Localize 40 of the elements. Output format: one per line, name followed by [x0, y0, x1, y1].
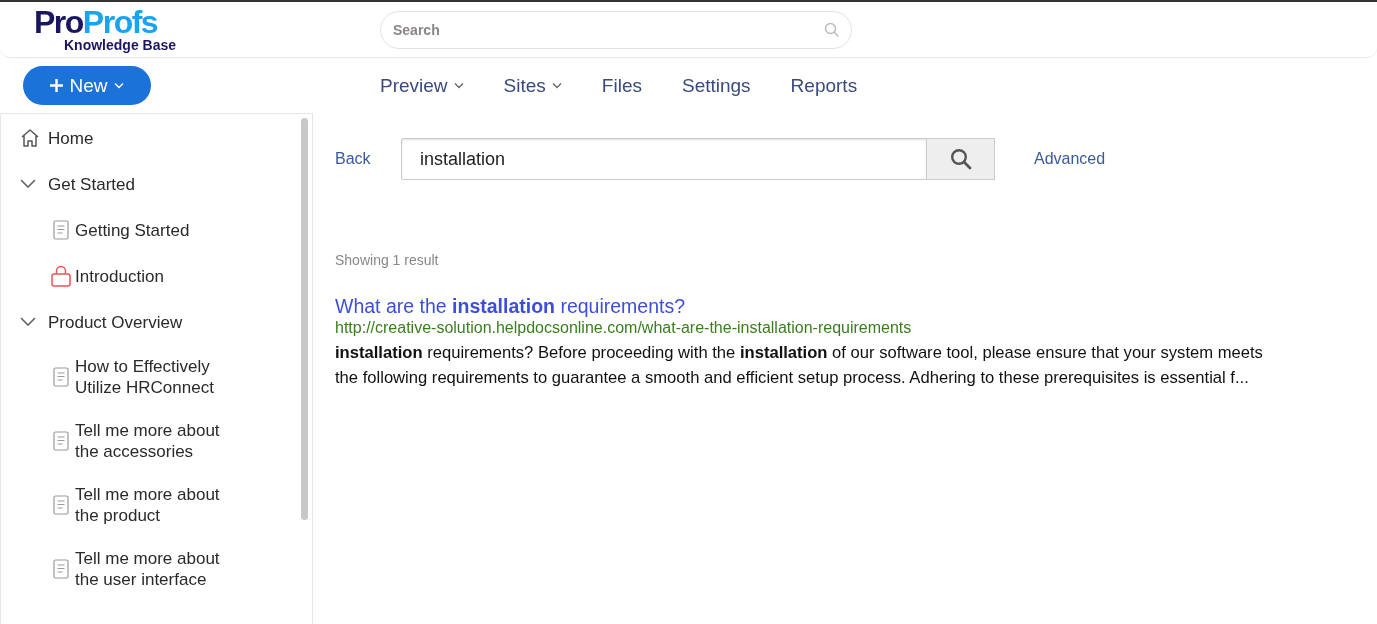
result-count: Showing 1 result — [335, 252, 440, 268]
sidebar-item[interactable]: Tell me more about the product — [47, 484, 237, 526]
search-button[interactable] — [927, 138, 995, 180]
result-title-link[interactable]: What are the installation requirements? — [335, 294, 686, 318]
chevron-down-icon — [20, 179, 36, 189]
chevron-down-icon — [20, 317, 36, 327]
sidebar-item[interactable]: Home — [20, 126, 94, 150]
sidebar-item[interactable]: Tell me more about the user interface — [47, 548, 237, 590]
sidebar-item[interactable]: Tell me more about the accessories — [47, 420, 237, 462]
caret-icon — [113, 82, 124, 89]
new-button[interactable]: New — [23, 66, 151, 105]
document-icon — [53, 367, 69, 387]
nav-link[interactable]: Preview — [380, 74, 464, 97]
scrollbar[interactable] — [301, 118, 308, 520]
search-field[interactable]: Search — [380, 10, 852, 49]
search-icon — [824, 21, 840, 38]
result-url: http://creative-solution.helpdocsonline.com/what-are-the-installation-requirements — [335, 318, 913, 338]
sidebar-item[interactable]: Introduction — [47, 264, 164, 288]
nav-link[interactable]: Reports — [790, 74, 858, 97]
search-icon — [949, 148, 972, 170]
home-icon — [20, 128, 40, 148]
result-snippet: installation requirements? Before proceeding with the installation of our software tool, please ensure that your system meets the following requirements to guarantee a smooth and efficient setup process. Adhering to these prerequisites is essential f... — [335, 342, 1264, 389]
advanced-search-link[interactable]: Advanced — [1034, 150, 1106, 168]
document-icon — [53, 495, 69, 515]
sidebar-item[interactable]: Product Overview — [20, 310, 183, 334]
search-field[interactable]: installation — [401, 138, 927, 180]
nav-link[interactable]: Files — [601, 74, 642, 97]
sidebar-item[interactable]: How to Effectively Utilize HRConnect — [47, 356, 237, 398]
caret-icon — [551, 82, 562, 89]
nav-link[interactable]: Sites — [503, 74, 562, 97]
document-icon — [53, 220, 69, 240]
document-icon — [53, 559, 69, 579]
sidebar-item[interactable]: Getting Started — [47, 218, 190, 242]
back-link[interactable]: Back — [335, 150, 401, 168]
caret-icon — [453, 82, 464, 89]
document-icon — [53, 431, 69, 451]
sidebar-item[interactable]: Get Started — [20, 172, 135, 196]
lock-icon — [51, 265, 71, 287]
nav-link[interactable]: Settings — [681, 74, 751, 97]
plus-icon — [50, 79, 64, 92]
